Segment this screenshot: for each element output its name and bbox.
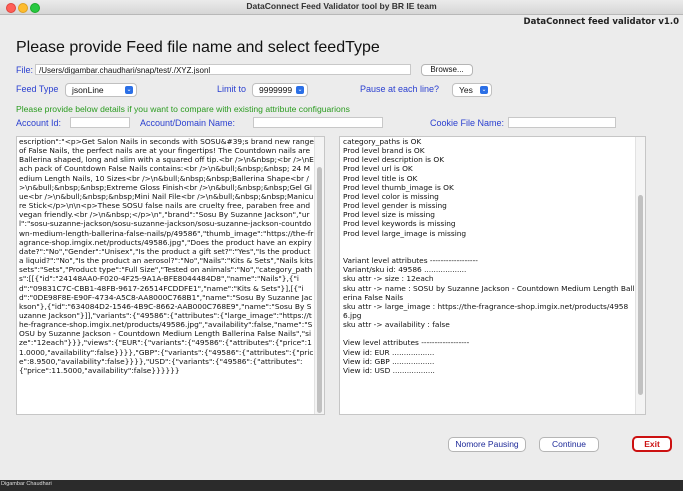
app-window: DataConnect Feed Validator tool by BR IE…	[0, 0, 683, 480]
feed-type-value: jsonLine	[72, 85, 104, 95]
feed-scroll-thumb[interactable]	[317, 167, 322, 413]
compare-note: Please provide below details if you want…	[16, 104, 350, 114]
pause-select[interactable]: Yes ⌄	[452, 83, 492, 97]
title-bar: DataConnect Feed Validator tool by BR IE…	[0, 0, 683, 15]
page-heading: Please provide Feed file name and select…	[16, 39, 380, 56]
output-scrollbar[interactable]	[635, 137, 645, 414]
window-title: DataConnect Feed Validator tool by BR IE…	[246, 1, 437, 11]
limit-value: 9999999	[259, 85, 293, 95]
feed-json-textarea[interactable]: escription":"<p>Get Salon Nails in secon…	[16, 136, 325, 415]
footer-user: Digambar Chaudhari	[1, 481, 52, 487]
pause-label: Pause at each line?	[360, 84, 440, 94]
limit-label: Limit to	[217, 84, 247, 94]
pause-value: Yes	[459, 85, 473, 95]
feed-scrollbar[interactable]	[314, 137, 324, 414]
exit-button[interactable]: Exit	[632, 436, 672, 452]
chevron-down-icon: ⌄	[296, 86, 304, 94]
validation-output-textarea[interactable]: category_paths is OK Prod level brand is…	[339, 136, 646, 415]
continue-button[interactable]: Continue	[539, 437, 599, 452]
chevron-down-icon: ⌄	[480, 86, 488, 94]
feed-type-select[interactable]: jsonLine ⌄	[65, 83, 137, 97]
feed-json-text: escription":"<p>Get Salon Nails in secon…	[19, 137, 314, 375]
output-scroll-thumb[interactable]	[638, 195, 643, 395]
cookie-file-input[interactable]	[508, 117, 616, 128]
account-id-input[interactable]	[70, 117, 130, 128]
browse-button[interactable]: Browse...	[421, 64, 473, 76]
account-id-label: Account Id:	[16, 118, 62, 128]
account-domain-input[interactable]	[253, 117, 383, 128]
desktop-footer: Digambar Chaudhari	[0, 480, 683, 491]
chevron-down-icon: ⌄	[125, 86, 133, 94]
app-header-title: DataConnect feed validator v1.0	[523, 17, 679, 27]
file-path-input[interactable]: /Users/digambar.chaudhari/snap/test/./XY…	[35, 64, 411, 75]
file-label: File:	[16, 65, 34, 75]
limit-select[interactable]: 9999999 ⌄	[252, 83, 308, 97]
validation-output-text: category_paths is OK Prod level brand is…	[343, 137, 635, 375]
nomore-pausing-button[interactable]: Nomore Pausing	[448, 437, 526, 452]
account-domain-label: Account/Domain Name:	[140, 118, 236, 128]
cookie-file-label: Cookie File Name:	[430, 118, 505, 128]
feed-type-label: Feed Type	[16, 84, 59, 94]
